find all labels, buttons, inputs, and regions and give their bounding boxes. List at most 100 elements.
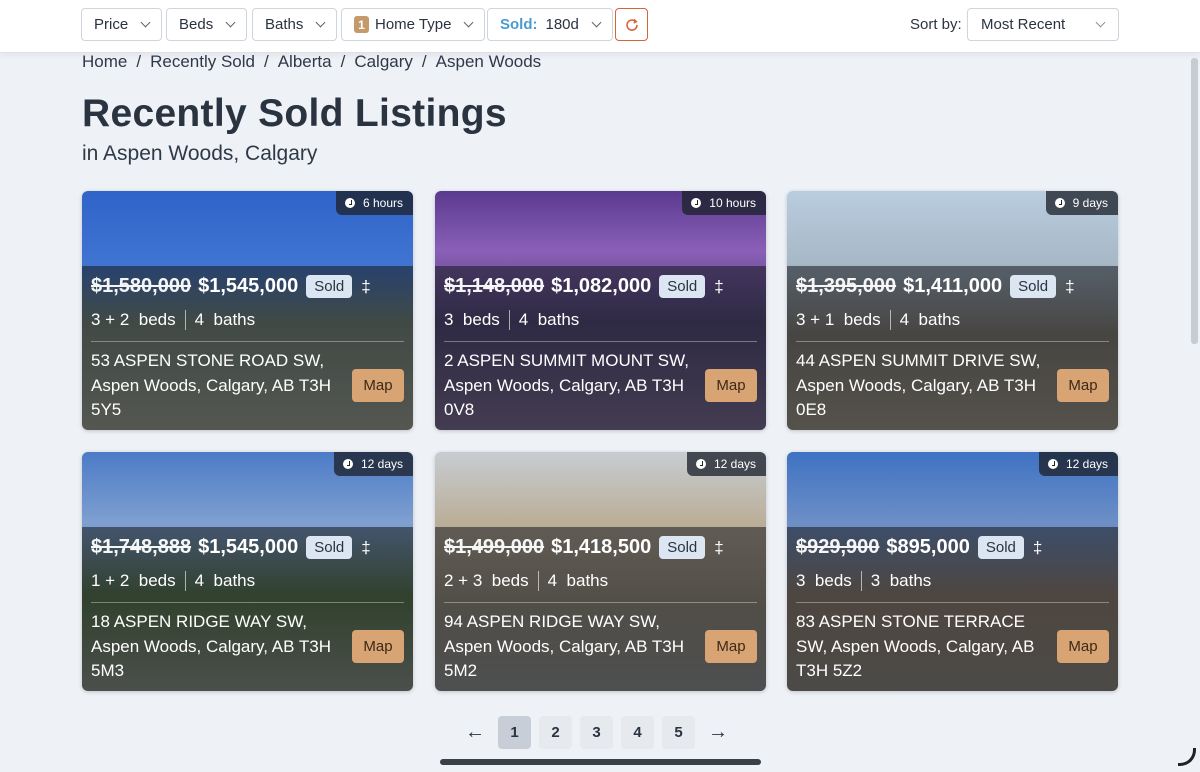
listing-address[interactable]: 2 ASPEN SUMMIT MOUNT SW, Aspen Woods, Ca… xyxy=(444,349,694,423)
time-sold: 12 days xyxy=(713,457,756,471)
breadcrumb-alberta[interactable]: Alberta xyxy=(278,52,332,72)
beds-count: 3 + 1 xyxy=(796,310,835,329)
time-sold-badge: 6 hours xyxy=(335,191,413,215)
list-price: $1,748,888 xyxy=(91,536,192,558)
listing-address[interactable]: 18 ASPEN RIDGE WAY SW, Aspen Woods, Calg… xyxy=(91,610,341,684)
map-button[interactable]: Map xyxy=(352,369,404,402)
baths-count: 4 xyxy=(518,310,529,329)
map-button[interactable]: Map xyxy=(705,369,757,402)
sold-period-filter-button[interactable]: Sold: 180d xyxy=(487,8,613,41)
page-button-5[interactable]: 5 xyxy=(662,716,695,749)
divider xyxy=(91,341,404,342)
clock-icon xyxy=(1047,459,1058,469)
beds-baths-row: 3 beds 4 baths xyxy=(444,310,579,330)
sold-filter-label: Sold: xyxy=(500,16,538,33)
beds-filter-button[interactable]: Beds xyxy=(166,8,248,41)
divider xyxy=(860,571,862,591)
beds-baths-row: 3 + 1 beds 4 baths xyxy=(796,310,960,330)
breadcrumb-calgary[interactable]: Calgary xyxy=(354,52,413,72)
beds-word: beds xyxy=(138,571,176,590)
beds-word: beds xyxy=(491,571,529,590)
map-button[interactable]: Map xyxy=(705,630,757,663)
beds-baths-row: 3 + 2 beds 4 baths xyxy=(91,310,255,330)
refresh-button[interactable] xyxy=(615,8,648,41)
beds-word: beds xyxy=(462,310,500,329)
dagger-icon: ‡ xyxy=(1032,537,1043,557)
chevron-down-icon xyxy=(315,17,326,28)
divider xyxy=(444,602,757,603)
arrow-right-icon: → xyxy=(708,721,728,743)
page-title: Recently Sold Listings xyxy=(82,92,507,135)
breadcrumb-home[interactable]: Home xyxy=(82,52,127,72)
listing-card[interactable]: 6 hours $1,580,000 $1,545,000 Sold ‡ 3 + 2 be… xyxy=(82,191,413,430)
sold-price: $1,545,000 xyxy=(198,536,299,558)
dagger-icon: ‡ xyxy=(361,276,371,296)
listing-card[interactable]: 12 days $1,748,888 $1,545,000 Sold ‡ 1 + 2 be… xyxy=(82,452,413,691)
listing-address[interactable]: 44 ASPEN SUMMIT DRIVE SW, Aspen Woods, C… xyxy=(796,349,1046,423)
vertical-scrollbar[interactable] xyxy=(1191,58,1198,344)
map-button[interactable]: Map xyxy=(352,630,404,663)
sort-label: Sort by: xyxy=(910,16,962,33)
listing-card[interactable]: 12 days $929,900 $895,000 Sold ‡ 3 beds 3 bath… xyxy=(787,452,1118,691)
sold-price: $1,082,000 xyxy=(551,275,652,297)
divider xyxy=(184,310,186,330)
listing-card[interactable]: 9 days $1,395,000 $1,411,000 Sold ‡ 3 + 1 bed… xyxy=(787,191,1118,430)
beds-count: 3 xyxy=(796,571,806,590)
beds-filter-label: Beds xyxy=(179,16,214,33)
list-price: $1,499,000 xyxy=(444,536,545,558)
sold-tag: Sold xyxy=(306,536,353,559)
chevron-down-icon xyxy=(591,17,602,28)
divider xyxy=(796,602,1109,603)
listing-card[interactable]: 10 hours $1,148,000 $1,082,000 Sold ‡ 3 beds 4… xyxy=(435,191,766,430)
price-row: $1,395,000 $1,411,000 Sold ‡ xyxy=(796,275,1075,298)
baths-filter-label: Baths xyxy=(265,16,304,33)
sold-tag: Sold xyxy=(659,536,706,559)
breadcrumb-separator: / xyxy=(421,52,427,71)
prev-page-button[interactable]: ← xyxy=(460,716,490,749)
breadcrumb-aspen-woods[interactable]: Aspen Woods xyxy=(436,52,542,72)
price-filter-button[interactable]: Price xyxy=(81,8,163,41)
sold-tag: Sold xyxy=(659,275,706,298)
breadcrumb: Home / Recently Sold / Alberta / Calgary… xyxy=(82,52,541,72)
beds-word: beds xyxy=(814,571,852,590)
breadcrumb-recently-sold[interactable]: Recently Sold xyxy=(150,52,255,72)
time-sold: 10 hours xyxy=(709,196,756,210)
baths-word: baths xyxy=(566,571,609,590)
home-type-filter-button[interactable]: 1 Home Type xyxy=(341,8,486,41)
sold-price: $895,000 xyxy=(886,536,970,558)
map-button[interactable]: Map xyxy=(1057,369,1109,402)
time-sold: 12 days xyxy=(360,457,403,471)
sold-tag: Sold xyxy=(306,275,353,298)
page-button-4[interactable]: 4 xyxy=(621,716,654,749)
listing-address[interactable]: 53 ASPEN STONE ROAD SW, Aspen Woods, Cal… xyxy=(91,349,341,423)
sort-value: Most Recent xyxy=(981,16,1066,33)
sold-tag: Sold xyxy=(1010,275,1057,298)
page-subtitle: in Aspen Woods, Calgary xyxy=(82,142,318,165)
horizontal-scrollbar[interactable] xyxy=(440,759,761,765)
baths-count: 4 xyxy=(194,310,205,329)
divider xyxy=(91,602,404,603)
beds-word: beds xyxy=(843,310,881,329)
time-sold: 12 days xyxy=(1065,457,1108,471)
time-sold-badge: 10 hours xyxy=(682,191,766,215)
resize-handle[interactable] xyxy=(1178,748,1196,766)
baths-filter-button[interactable]: Baths xyxy=(252,8,338,41)
page-button-3[interactable]: 3 xyxy=(580,716,613,749)
price-row: $929,900 $895,000 Sold ‡ xyxy=(796,536,1042,559)
price-filter-label: Price xyxy=(94,16,129,33)
baths-count: 4 xyxy=(194,571,205,590)
price-row: $1,499,000 $1,418,500 Sold ‡ xyxy=(444,536,724,559)
home-type-count-badge: 1 xyxy=(354,16,369,33)
page-button-1[interactable]: 1 xyxy=(498,716,531,749)
listing-address[interactable]: 94 ASPEN RIDGE WAY SW, Aspen Woods, Calg… xyxy=(444,610,694,684)
time-sold-badge: 12 days xyxy=(1038,452,1118,476)
listing-card[interactable]: 12 days $1,499,000 $1,418,500 Sold ‡ 2 + 3 be… xyxy=(435,452,766,691)
page-button-2[interactable]: 2 xyxy=(539,716,572,749)
divider xyxy=(444,341,757,342)
map-button[interactable]: Map xyxy=(1057,630,1109,663)
listing-address[interactable]: 83 ASPEN STONE TERRACE SW, Aspen Woods, … xyxy=(796,610,1046,684)
sort-select[interactable]: Most Recent xyxy=(967,8,1119,41)
next-page-button[interactable]: → xyxy=(703,716,733,749)
dagger-icon: ‡ xyxy=(714,537,724,557)
chevron-down-icon xyxy=(140,17,151,28)
